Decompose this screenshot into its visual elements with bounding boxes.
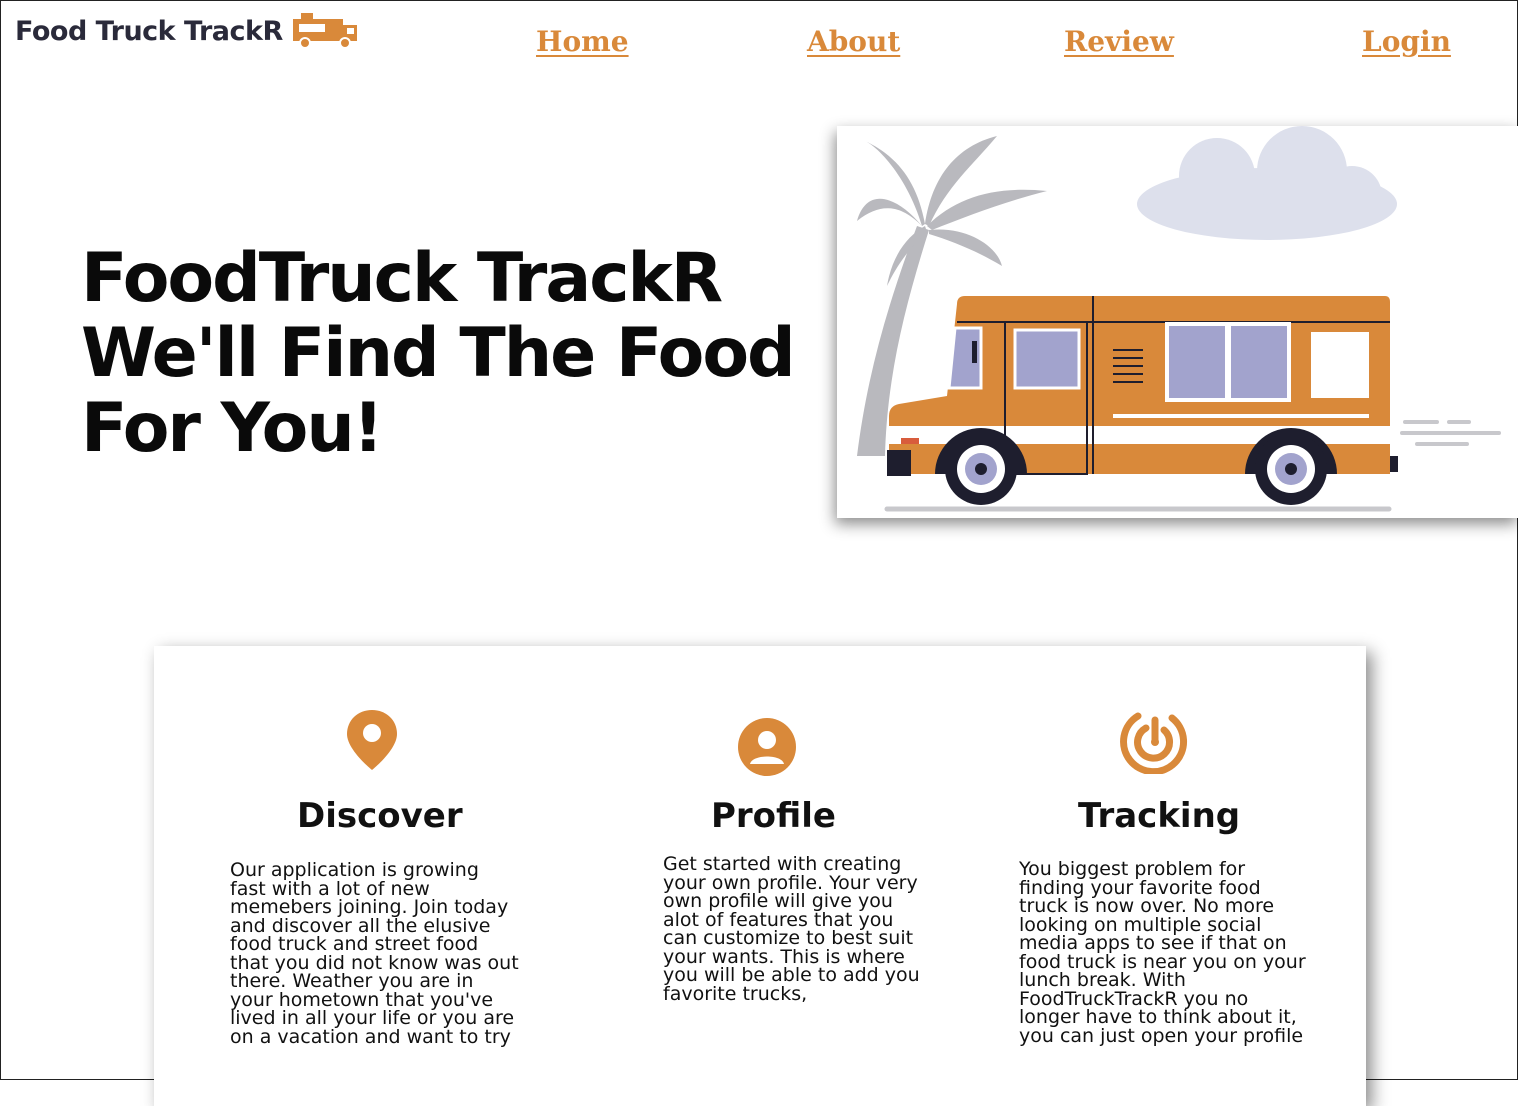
- hero-title-line-2: We'll Find The Food: [81, 314, 796, 393]
- user-profile-icon: [738, 718, 796, 776]
- feature-title: Tracking: [1078, 796, 1241, 836]
- feature-text: Our application is growing fast with a l…: [230, 859, 519, 1048]
- hero-title-line-3: For You!: [81, 389, 384, 468]
- nav-home[interactable]: Home: [536, 25, 629, 58]
- brand-name: Food Truck TrackR: [15, 15, 283, 47]
- hero-title: FoodTruck TrackR We'll Find The Food For…: [81, 241, 801, 466]
- nav-login[interactable]: Login: [1362, 25, 1451, 58]
- cloud-shape: [1137, 126, 1397, 240]
- food-truck-icon: [292, 13, 357, 49]
- food-truck-illustration: [837, 126, 1518, 518]
- feature-text: Get started with creating your own profi…: [663, 853, 920, 1005]
- radar-tracking-icon: [1120, 712, 1188, 774]
- brand-logo[interactable]: Food Truck TrackR: [15, 11, 361, 51]
- feature-title: Discover: [297, 796, 463, 836]
- features-card: Discover Our application is growing fast…: [154, 646, 1366, 1106]
- nav-review[interactable]: Review: [1064, 25, 1174, 58]
- nav-about[interactable]: About: [807, 25, 900, 58]
- location-pin-icon: [347, 710, 397, 770]
- hero-title-line-1: FoodTruck TrackR: [81, 239, 723, 318]
- feature-text: You biggest problem for finding your fav…: [1019, 858, 1306, 1047]
- truck-shape: [887, 296, 1398, 505]
- feature-title: Profile: [711, 796, 836, 836]
